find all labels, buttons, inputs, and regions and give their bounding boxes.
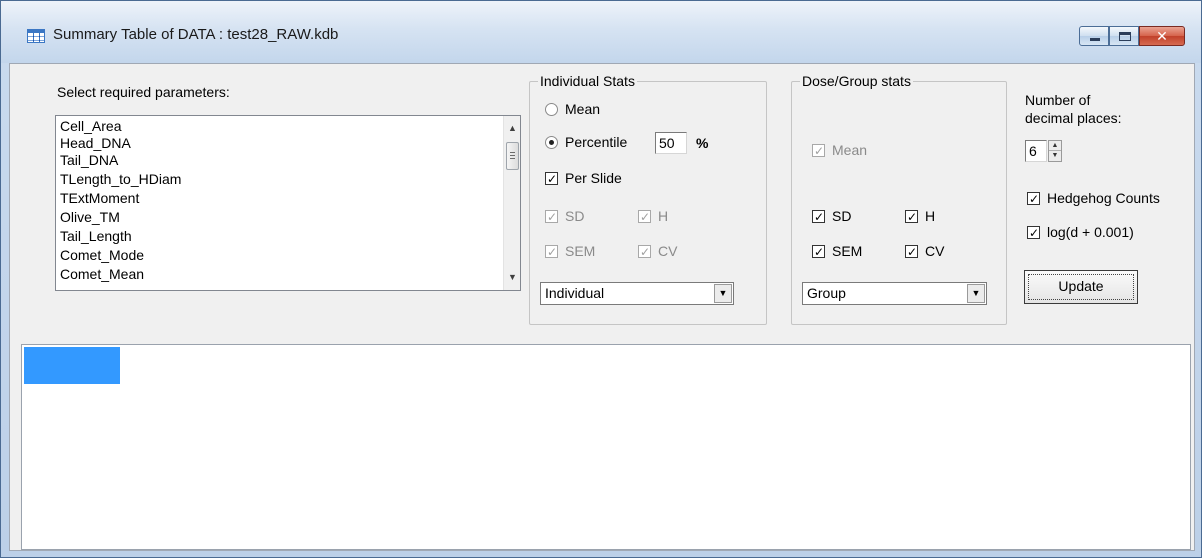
h-label: H	[658, 208, 669, 224]
close-button[interactable]: ✕	[1139, 26, 1185, 46]
table-icon	[27, 29, 45, 43]
maximize-icon	[1119, 32, 1131, 41]
individual-stats-title: Individual Stats	[538, 73, 637, 89]
group-sem-checkbox[interactable]: ✓ SEM	[812, 243, 862, 259]
group-combo[interactable]: Group ▼	[802, 282, 987, 305]
individual-combo-value: Individual	[545, 285, 605, 301]
check-icon: ✓	[905, 209, 918, 224]
title-bar[interactable]: Summary Table of DATA : test28_RAW.kdb ✕	[1, 1, 1201, 63]
ind-cv-checkbox[interactable]: ✓ CV	[638, 243, 677, 259]
list-item[interactable]: Comet_Mode	[60, 247, 144, 264]
minimize-icon	[1090, 38, 1100, 41]
maximize-button[interactable]	[1109, 26, 1139, 46]
group-mean-checkbox[interactable]: ✓ Mean	[812, 142, 867, 158]
close-icon: ✕	[1156, 28, 1168, 44]
list-item[interactable]: Olive_TM	[60, 209, 120, 226]
hedgehog-counts-label: Hedgehog Counts	[1047, 190, 1160, 206]
ind-sem-checkbox[interactable]: ✓ SEM	[545, 243, 595, 259]
radio-icon	[545, 135, 558, 149]
dropdown-arrow-icon[interactable]: ▼	[967, 284, 985, 303]
group-h-label: H	[925, 208, 936, 224]
caption-buttons: ✕	[1079, 26, 1185, 46]
check-icon: ✓	[545, 244, 558, 259]
individual-combo[interactable]: Individual ▼	[540, 282, 734, 305]
check-icon: ✓	[812, 143, 825, 158]
scroll-down-icon[interactable]: ▼	[504, 269, 521, 286]
log-label: log(d + 0.001)	[1047, 224, 1134, 240]
percentile-input[interactable]: 50	[655, 132, 687, 154]
scroll-up-icon[interactable]: ▲	[504, 120, 521, 137]
group-cv-checkbox[interactable]: ✓ CV	[905, 243, 944, 259]
hedgehog-counts-checkbox[interactable]: ✓ Hedgehog Counts	[1027, 190, 1160, 206]
list-item[interactable]: Cell_Area	[60, 118, 121, 135]
list-item[interactable]: Tail_Length	[60, 228, 132, 245]
group-sd-label: SD	[832, 208, 852, 224]
group-sem-label: SEM	[832, 243, 863, 259]
check-icon: ✓	[905, 244, 918, 259]
selected-cell[interactable]	[24, 347, 120, 384]
client-area: Select required parameters: Cell_Area He…	[9, 63, 1195, 551]
group-stats-title: Dose/Group stats	[800, 73, 913, 89]
percentile-label: Percentile	[565, 134, 628, 150]
minimize-button[interactable]	[1079, 26, 1109, 46]
radio-icon	[545, 102, 558, 116]
check-icon: ✓	[545, 171, 558, 186]
check-icon: ✓	[1027, 191, 1040, 206]
mean-radio[interactable]: Mean	[545, 101, 600, 117]
list-item[interactable]: TLength_to_HDiam	[60, 171, 181, 188]
results-grid[interactable]	[21, 344, 1191, 550]
cv-label: CV	[658, 243, 678, 259]
spin-up-icon[interactable]: ▲	[1049, 141, 1061, 151]
decimal-places-label-2: decimal places:	[1025, 110, 1122, 126]
scroll-thumb[interactable]	[506, 142, 519, 170]
percentile-radio[interactable]: Percentile	[545, 134, 627, 150]
check-icon: ✓	[812, 244, 825, 259]
list-item[interactable]: Head_DNA	[60, 135, 131, 152]
group-cv-label: CV	[925, 243, 945, 259]
list-scrollbar[interactable]: ▲ ▼	[503, 116, 520, 290]
group-combo-value: Group	[807, 285, 846, 301]
ind-h-checkbox[interactable]: ✓ H	[638, 208, 668, 224]
check-icon: ✓	[1027, 225, 1040, 240]
dropdown-arrow-icon[interactable]: ▼	[714, 284, 732, 303]
percent-symbol: %	[696, 135, 709, 151]
per-slide-label: Per Slide	[565, 170, 622, 186]
log-checkbox[interactable]: ✓ log(d + 0.001)	[1027, 224, 1134, 240]
check-icon: ✓	[638, 244, 651, 259]
list-item[interactable]: Tail_DNA	[60, 152, 118, 169]
check-icon: ✓	[545, 209, 558, 224]
sd-label: SD	[565, 208, 585, 224]
decimal-places-spinner[interactable]: ▲ ▼	[1048, 140, 1062, 162]
check-icon: ✓	[812, 209, 825, 224]
list-item[interactable]: Comet_Mean	[60, 266, 144, 283]
group-h-checkbox[interactable]: ✓ H	[905, 208, 935, 224]
window-title: Summary Table of DATA : test28_RAW.kdb	[53, 26, 339, 43]
group-stats-group: Dose/Group stats ✓ Mean ✓ SD ✓ H ✓ SEM ✓…	[791, 73, 1007, 325]
sem-label: SEM	[565, 243, 596, 259]
group-sd-checkbox[interactable]: ✓ SD	[812, 208, 851, 224]
parameters-label: Select required parameters:	[57, 84, 230, 100]
mean-label: Mean	[565, 101, 601, 117]
update-button[interactable]: Update	[1024, 270, 1138, 304]
individual-stats-group: Individual Stats Mean Percentile 50 % ✓ …	[529, 73, 767, 325]
decimal-places-label-1: Number of	[1025, 92, 1091, 108]
summary-table-window: Summary Table of DATA : test28_RAW.kdb ✕…	[0, 0, 1202, 558]
list-item[interactable]: TExtMoment	[60, 190, 139, 207]
per-slide-checkbox[interactable]: ✓ Per Slide	[545, 170, 622, 186]
group-mean-label: Mean	[832, 142, 868, 158]
parameters-listbox[interactable]: Cell_Area Head_DNA Tail_DNA TLength_to_H…	[55, 115, 521, 291]
check-icon: ✓	[638, 209, 651, 224]
ind-sd-checkbox[interactable]: ✓ SD	[545, 208, 584, 224]
decimal-places-input[interactable]: 6	[1025, 140, 1047, 162]
spin-down-icon[interactable]: ▼	[1049, 151, 1061, 161]
